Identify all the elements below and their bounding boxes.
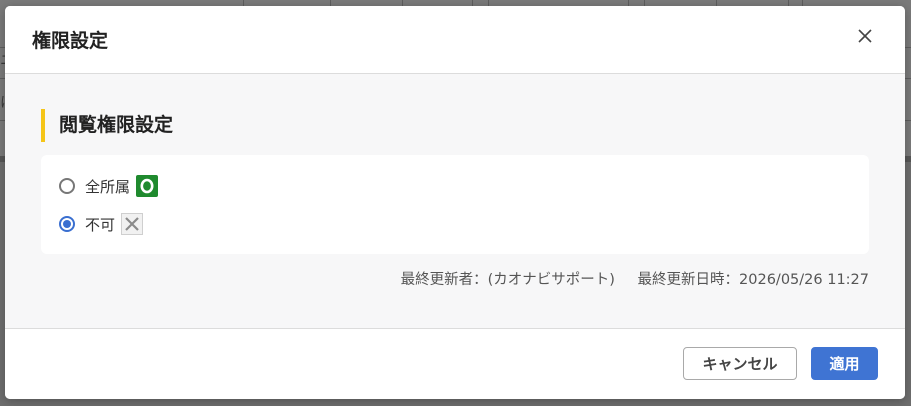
option-label: 全所属 [85, 177, 131, 196]
close-icon [858, 29, 872, 43]
update-info: 最終更新者：(カオナビサポート) 最終更新日時：2026/05/26 11:27 [401, 268, 869, 289]
permission-options: 全所属 不可 [41, 155, 869, 254]
dialog-footer: キャンセル 適用 [5, 328, 905, 399]
option-all-departments[interactable]: 全所属 [59, 173, 159, 199]
radio-all-departments[interactable] [59, 178, 75, 194]
permission-settings-dialog: 権限設定 閲覧権限設定 全所属 不可 最終更新者：(カオナビサポート) 最終更新… [5, 6, 905, 399]
dialog-header: 権限設定 [5, 6, 905, 74]
cancel-button[interactable]: キャンセル [683, 347, 797, 380]
close-button[interactable] [855, 26, 875, 46]
section-heading: 閲覧権限設定 [41, 109, 173, 142]
updated-at: 最終更新日時：2026/05/26 11:27 [637, 272, 869, 288]
option-label: 不可 [85, 215, 116, 234]
circle-mark-icon [136, 175, 159, 197]
cross-mark-icon [121, 213, 144, 235]
updated-by: 最終更新者：(カオナビサポート) [400, 272, 615, 288]
dialog-title: 権限設定 [32, 30, 109, 52]
radio-not-allowed[interactable] [59, 216, 75, 232]
option-not-allowed[interactable]: 不可 [59, 211, 144, 237]
apply-button[interactable]: 適用 [811, 347, 878, 380]
